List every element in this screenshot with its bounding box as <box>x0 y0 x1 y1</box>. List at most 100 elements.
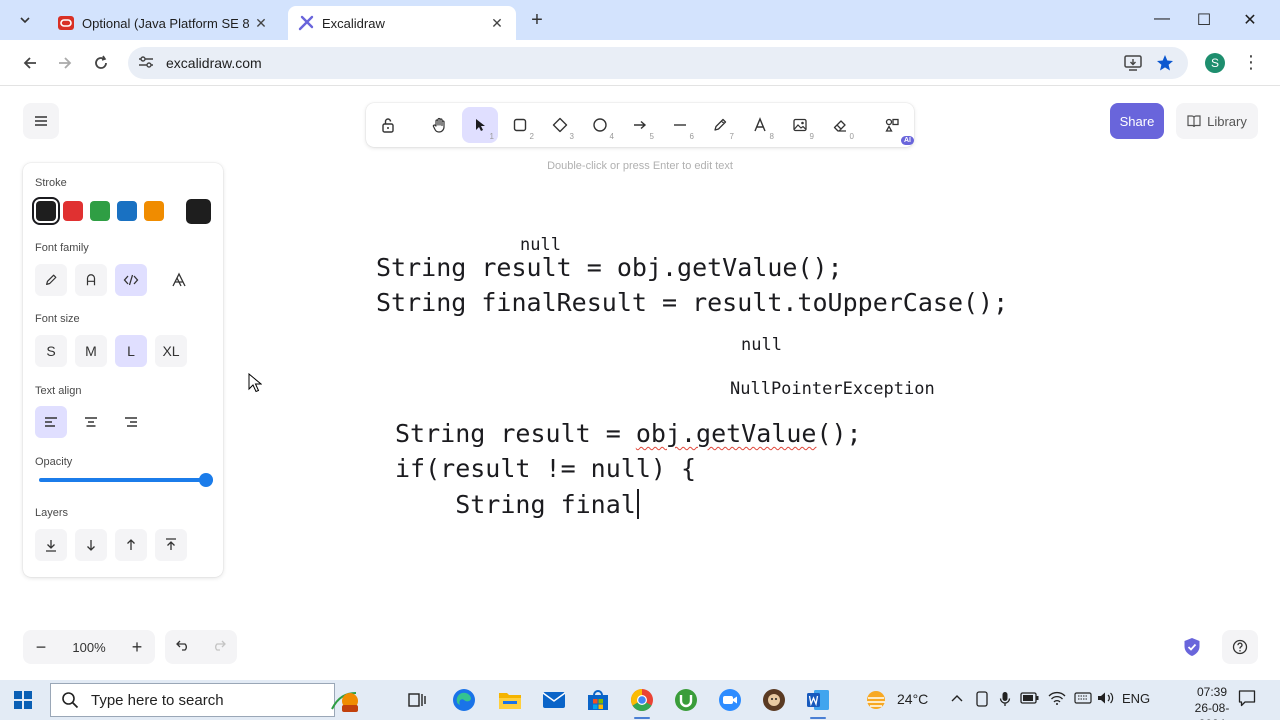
tab-java-optional[interactable]: Optional (Java Platform SE 8 ) ✕ <box>48 6 280 40</box>
volume-icon[interactable] <box>1097 691 1115 708</box>
align-center[interactable] <box>75 406 107 438</box>
stroke-swatch-black[interactable] <box>32 197 60 225</box>
rectangle-tool[interactable]: 2 <box>502 107 538 143</box>
edge-browser-icon[interactable] <box>451 687 477 713</box>
bring-to-front[interactable] <box>155 529 187 561</box>
site-settings-icon[interactable] <box>138 55 156 72</box>
canvas-text-line4[interactable]: if(result != null) { <box>395 454 696 483</box>
window-close-icon[interactable]: ✕ <box>1240 10 1260 30</box>
tab-search-button[interactable] <box>10 8 40 32</box>
tab-excalidraw[interactable]: Excalidraw ✕ <box>288 6 516 40</box>
opacity-slider-track[interactable] <box>39 478 213 482</box>
redo-icon[interactable] <box>201 638 237 656</box>
microphone-icon[interactable] <box>999 691 1011 710</box>
current-stroke-color[interactable] <box>186 199 211 224</box>
browser-tab-bar: Optional (Java Platform SE 8 ) ✕ Excalid… <box>0 0 1280 40</box>
text-tool[interactable]: 8 <box>742 107 778 143</box>
main-menu-button[interactable] <box>23 103 59 139</box>
font-family-more[interactable] <box>163 264 195 296</box>
font-code[interactable] <box>115 264 147 296</box>
zoom-level[interactable]: 100% <box>59 640 119 655</box>
zoom-out-button[interactable]: − <box>23 637 59 658</box>
share-button[interactable]: Share <box>1110 103 1164 139</box>
send-to-back[interactable] <box>35 529 67 561</box>
install-app-icon[interactable] <box>1122 52 1144 74</box>
task-view-icon[interactable] <box>404 687 430 713</box>
bookmark-star-icon[interactable] <box>1154 52 1176 74</box>
close-icon[interactable]: ✕ <box>488 15 506 32</box>
align-left[interactable] <box>35 406 67 438</box>
close-icon[interactable]: ✕ <box>252 15 270 32</box>
canvas-text-null-top[interactable]: null <box>520 235 561 255</box>
align-right[interactable] <box>115 406 147 438</box>
tab-title: Excalidraw <box>322 15 385 31</box>
font-size-xl[interactable]: XL <box>155 335 187 367</box>
text-editor[interactable]: String final <box>395 489 639 519</box>
store-icon[interactable] <box>585 687 611 713</box>
font-size-m[interactable]: M <box>75 335 107 367</box>
code-icon <box>123 274 139 286</box>
show-hidden-icons[interactable] <box>950 691 964 706</box>
eraser-tool[interactable]: 0 <box>822 107 858 143</box>
battery-icon[interactable] <box>1020 691 1040 708</box>
touch-keyboard-icon[interactable] <box>1074 691 1092 708</box>
lock-tool[interactable] <box>370 107 406 143</box>
back-icon[interactable] <box>19 52 41 74</box>
help-button[interactable] <box>1222 630 1258 664</box>
stroke-swatch-blue[interactable] <box>117 201 137 221</box>
more-tools-button[interactable]: AI <box>874 107 914 145</box>
line-tool[interactable]: 6 <box>662 107 698 143</box>
mail-icon[interactable] <box>541 687 567 713</box>
font-size-l[interactable]: L <box>115 335 147 367</box>
profile-avatar[interactable]: S <box>1205 53 1225 73</box>
arrow-tool[interactable]: 5 <box>622 107 658 143</box>
font-size-s[interactable]: S <box>35 335 67 367</box>
selection-tool[interactable]: 1 <box>462 107 498 143</box>
minimize-icon[interactable]: — <box>1152 10 1172 28</box>
browser-menu-icon[interactable]: ⋮ <box>1242 52 1260 73</box>
font-normal[interactable] <box>75 264 107 296</box>
zoom-icon[interactable] <box>717 687 743 713</box>
word-icon[interactable] <box>805 687 831 719</box>
weather-icon[interactable] <box>863 687 889 713</box>
taskbar-clock[interactable]: 07:39 26-08-2024 <box>1182 684 1242 720</box>
utorrent-icon[interactable] <box>673 687 699 713</box>
bring-forward[interactable] <box>115 529 147 561</box>
hand-tool[interactable] <box>422 107 458 143</box>
canvas-text-line2[interactable]: String finalResult = result.toUpperCase(… <box>376 288 1008 317</box>
font-hand-drawn[interactable] <box>35 264 67 296</box>
maximize-icon[interactable]: ☐ <box>1194 10 1214 30</box>
canvas-text-line3[interactable]: String result = obj.getValue(); <box>395 419 862 448</box>
opacity-slider-thumb[interactable] <box>199 473 213 487</box>
chrome-icon[interactable] <box>629 687 655 719</box>
shield-check-icon[interactable] <box>1182 637 1202 657</box>
stroke-swatch-orange[interactable] <box>144 201 164 221</box>
diamond-tool[interactable]: 3 <box>542 107 578 143</box>
forward-icon[interactable] <box>54 52 76 74</box>
stroke-swatch-green[interactable] <box>90 201 110 221</box>
canvas-text-null-mid[interactable]: null <box>741 335 782 355</box>
wifi-icon[interactable] <box>1048 691 1066 708</box>
image-tool[interactable]: 9 <box>782 107 818 143</box>
reload-icon[interactable] <box>90 52 112 74</box>
draw-tool[interactable]: 7 <box>702 107 738 143</box>
file-explorer-icon[interactable] <box>497 687 523 713</box>
url-bar[interactable]: excalidraw.com <box>128 47 1188 79</box>
canvas-text-npe[interactable]: NullPointerException <box>730 379 935 399</box>
weather-temperature[interactable]: 24°C <box>897 691 928 707</box>
stroke-swatch-red[interactable] <box>63 201 83 221</box>
news-widget-icon[interactable] <box>328 687 362 713</box>
taskbar-search-box[interactable]: Type here to search <box>50 683 335 717</box>
library-button[interactable]: Library <box>1176 103 1258 139</box>
input-language[interactable]: ENG <box>1122 691 1150 706</box>
zoom-in-button[interactable]: + <box>119 637 155 658</box>
undo-icon[interactable] <box>165 638 201 656</box>
notifications-icon[interactable] <box>1238 689 1256 710</box>
new-tab-button[interactable]: + <box>526 9 548 32</box>
media-app-icon[interactable] <box>761 687 787 713</box>
ellipse-tool[interactable]: 4 <box>582 107 618 143</box>
send-backward[interactable] <box>75 529 107 561</box>
canvas-text-line1[interactable]: String result = obj.getValue(); <box>376 253 843 282</box>
windows-start-icon[interactable] <box>14 691 32 709</box>
meet-now-icon[interactable] <box>975 691 989 710</box>
